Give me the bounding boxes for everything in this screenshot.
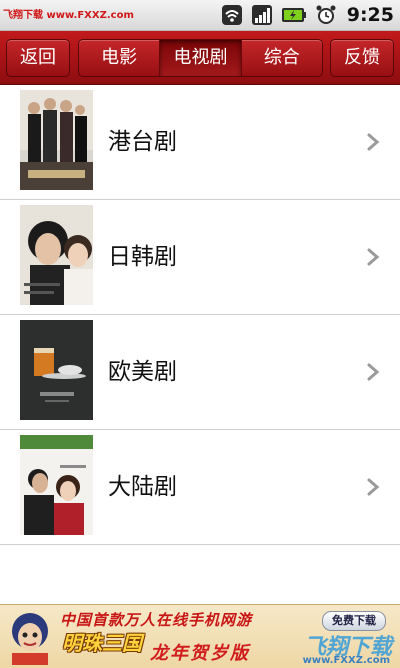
- tv-poster-western: [20, 320, 93, 420]
- game-logo: 明珠三国: [62, 631, 142, 655]
- tv-poster-japan-korea: [20, 205, 93, 305]
- list-item-label: 日韩剧: [108, 244, 177, 270]
- chevron-right-icon: [366, 132, 380, 152]
- list-item-mainland[interactable]: 大陆剧: [0, 430, 400, 545]
- chevron-right-icon: [366, 477, 380, 497]
- chevron-right-icon: [366, 362, 380, 382]
- ad-slogan: 龙年贺岁版: [150, 643, 250, 664]
- tab-tv-series[interactable]: 电视剧: [160, 40, 242, 76]
- watermark-url: www.FXXZ.com: [302, 655, 390, 666]
- tab-variety[interactable]: 综合: [242, 40, 322, 76]
- status-icons: 9:25: [213, 3, 394, 27]
- free-download-button[interactable]: 免费下载: [322, 611, 386, 631]
- chevron-right-icon: [366, 247, 380, 267]
- alarm-icon: [315, 4, 337, 26]
- battery-icon: [281, 4, 307, 26]
- list-item-label: 大陆剧: [108, 474, 177, 500]
- tv-poster-hk-taiwan: [20, 90, 93, 190]
- clock-time: 9:25: [346, 4, 394, 26]
- tv-poster-mainland: [20, 435, 93, 535]
- list-item-western[interactable]: 欧美剧: [0, 315, 400, 430]
- list-item-label: 港台剧: [108, 129, 177, 155]
- wifi-icon: [221, 4, 243, 26]
- signal-icon: [251, 4, 273, 26]
- ad-banner[interactable]: 中国首款万人在线手机网游 明珠三国 龙年贺岁版 免费下载 飞翔下载 www.FX…: [0, 604, 400, 668]
- list-item-label: 欧美剧: [108, 359, 177, 385]
- category-list: 港台剧 日韩剧 欧美剧 大陆剧: [0, 85, 400, 545]
- list-item-hk-taiwan[interactable]: 港台剧: [0, 85, 400, 200]
- game-character-icon: [12, 613, 48, 665]
- status-bar: 飞翔下载 www.FXXZ.com 9:25: [0, 0, 400, 31]
- list-item-japan-korea[interactable]: 日韩剧: [0, 200, 400, 315]
- back-button[interactable]: 返回: [6, 39, 70, 77]
- feedback-button[interactable]: 反馈: [330, 39, 394, 77]
- top-toolbar: 返回 电影 电视剧 综合 反馈: [0, 31, 400, 86]
- watermark-text: 飞翔下载 www.FXXZ.com: [3, 10, 134, 21]
- category-tabs: 电影 电视剧 综合: [78, 39, 323, 77]
- tab-movies[interactable]: 电影: [79, 40, 161, 76]
